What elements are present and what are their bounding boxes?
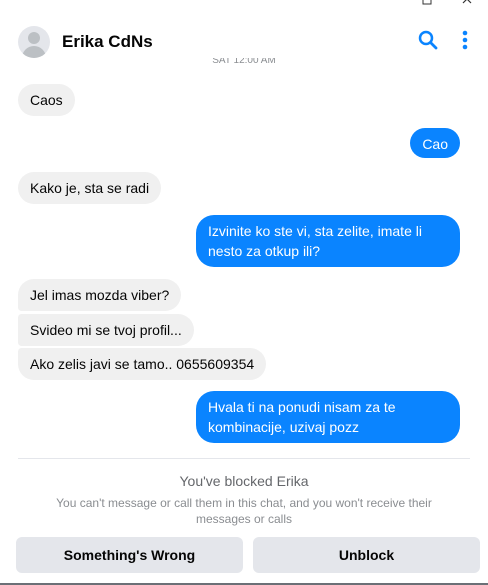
- avatar[interactable]: [18, 26, 50, 58]
- divider: [18, 458, 470, 459]
- more-options-icon[interactable]: [462, 30, 468, 55]
- outgoing-message[interactable]: Hvala ti na ponudi nisam za te kombinaci…: [196, 391, 460, 443]
- scrollbar[interactable]: [482, 60, 488, 460]
- outgoing-message[interactable]: Cao: [410, 128, 460, 158]
- close-icon[interactable]: [460, 0, 474, 8]
- contact-name[interactable]: Erika CdNs: [62, 32, 153, 52]
- minimize-icon[interactable]: [420, 0, 434, 8]
- chat-header: Erika CdNs: [18, 22, 468, 62]
- search-icon[interactable]: [418, 30, 438, 55]
- incoming-message[interactable]: Jel imas mozda viber?: [18, 279, 182, 311]
- incoming-message[interactable]: Kako je, sta se radi: [18, 172, 162, 204]
- something-wrong-button[interactable]: Something's Wrong: [16, 537, 243, 573]
- incoming-message[interactable]: Svideo mi se tvoj profil...: [18, 314, 194, 346]
- unblock-button[interactable]: Unblock: [253, 537, 480, 573]
- blocked-description: You can't message or call them in this c…: [56, 496, 432, 526]
- incoming-message[interactable]: Caos: [18, 84, 75, 116]
- blocked-title: You've blocked Erika: [179, 473, 309, 489]
- window-controls: [420, 0, 474, 8]
- message-timestamp: SAT 12:00 AM: [212, 58, 276, 66]
- outgoing-message[interactable]: Izvinite ko ste vi, sta zelite, imate li…: [196, 215, 460, 267]
- incoming-message[interactable]: Ako zelis javi se tamo.. 0655609354: [18, 348, 267, 380]
